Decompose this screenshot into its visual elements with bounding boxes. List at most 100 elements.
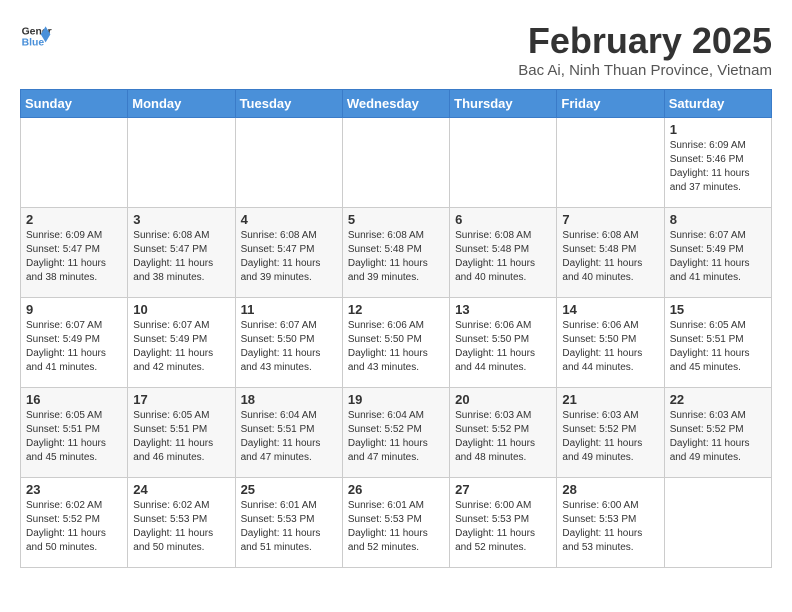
calendar-table: SundayMondayTuesdayWednesdayThursdayFrid… bbox=[20, 89, 772, 568]
day-number: 13 bbox=[455, 302, 551, 317]
calendar-cell: 27 Sunrise: 6:00 AM Sunset: 5:53 PM Dayli… bbox=[450, 478, 557, 568]
calendar-cell: 5Sunrise: 6:08 AM Sunset: 5:48 PM Daylig… bbox=[342, 208, 449, 298]
calendar-cell: 26 Sunrise: 6:01 AM Sunset: 5:53 PM Dayli… bbox=[342, 478, 449, 568]
day-number: 2 bbox=[26, 212, 122, 227]
calendar-cell: 18 Sunrise: 6:04 AM Sunset: 5:51 PM Dayli… bbox=[235, 388, 342, 478]
day-info: Sunrise: 6:08 AM Sunset: 5:47 PM Dayligh… bbox=[133, 229, 229, 285]
day-number: 6 bbox=[455, 212, 551, 227]
day-info: Sunrise: 6:07 AM Sunset: 5:49 PM Dayligh… bbox=[670, 229, 766, 285]
weekday-header-thursday: Thursday bbox=[450, 90, 557, 118]
day-number: 27 bbox=[455, 482, 551, 497]
calendar-cell: 7 Sunrise: 6:08 AM Sunset: 5:48 PM Daylig… bbox=[557, 208, 664, 298]
calendar-cell bbox=[128, 118, 235, 208]
calendar-cell: 12 Sunrise: 6:06 AM Sunset: 5:50 PM Dayli… bbox=[342, 298, 449, 388]
day-info: Sunrise: 6:06 AM Sunset: 5:50 PM Dayligh… bbox=[455, 319, 551, 375]
day-info: Sunrise: 6:01 AM Sunset: 5:53 PM Dayligh… bbox=[348, 499, 444, 555]
title-block: February 2025 Bac Ai, Ninh Thuan Provinc… bbox=[518, 20, 772, 79]
weekday-header-tuesday: Tuesday bbox=[235, 90, 342, 118]
day-info: Sunrise: 6:07 AM Sunset: 5:49 PM Dayligh… bbox=[26, 319, 122, 375]
logo: General Blue bbox=[20, 20, 52, 52]
calendar-cell bbox=[557, 118, 664, 208]
day-number: 4 bbox=[241, 212, 337, 227]
day-number: 16 bbox=[26, 392, 122, 407]
day-number: 22 bbox=[670, 392, 766, 407]
day-number: 24 bbox=[133, 482, 229, 497]
calendar-cell: 28 Sunrise: 6:00 AM Sunset: 5:53 PM Dayli… bbox=[557, 478, 664, 568]
calendar-cell bbox=[342, 118, 449, 208]
calendar-body: 1 Sunrise: 6:09 AM Sunset: 5:46 PM Daylig… bbox=[21, 118, 772, 568]
calendar-cell: 6 Sunrise: 6:08 AM Sunset: 5:48 PM Daylig… bbox=[450, 208, 557, 298]
calendar-cell bbox=[235, 118, 342, 208]
month-year: February 2025 bbox=[518, 20, 772, 62]
day-number: 8 bbox=[670, 212, 766, 227]
day-info: Sunrise: 6:05 AM Sunset: 5:51 PM Dayligh… bbox=[133, 409, 229, 465]
calendar-cell: 20 Sunrise: 6:03 AM Sunset: 5:52 PM Dayli… bbox=[450, 388, 557, 478]
day-number: 18 bbox=[241, 392, 337, 407]
day-info: Sunrise: 6:01 AM Sunset: 5:53 PM Dayligh… bbox=[241, 499, 337, 555]
day-info: Sunrise: 6:02 AM Sunset: 5:53 PM Dayligh… bbox=[133, 499, 229, 555]
calendar-week-1: 1 Sunrise: 6:09 AM Sunset: 5:46 PM Daylig… bbox=[21, 118, 772, 208]
calendar-cell: 24 Sunrise: 6:02 AM Sunset: 5:53 PM Dayli… bbox=[128, 478, 235, 568]
day-info: Sunrise: 6:04 AM Sunset: 5:51 PM Dayligh… bbox=[241, 409, 337, 465]
day-info: Sunrise: 6:09 AM Sunset: 5:46 PM Dayligh… bbox=[670, 139, 766, 195]
calendar-cell bbox=[450, 118, 557, 208]
day-number: 15 bbox=[670, 302, 766, 317]
calendar-cell: 2 Sunrise: 6:09 AM Sunset: 5:47 PM Daylig… bbox=[21, 208, 128, 298]
calendar-header: SundayMondayTuesdayWednesdayThursdayFrid… bbox=[21, 90, 772, 118]
calendar-cell: 17 Sunrise: 6:05 AM Sunset: 5:51 PM Dayli… bbox=[128, 388, 235, 478]
day-number: 9 bbox=[26, 302, 122, 317]
day-number: 17 bbox=[133, 392, 229, 407]
day-info: Sunrise: 6:09 AM Sunset: 5:47 PM Dayligh… bbox=[26, 229, 122, 285]
weekday-header-row: SundayMondayTuesdayWednesdayThursdayFrid… bbox=[21, 90, 772, 118]
day-number: 1 bbox=[670, 122, 766, 137]
calendar-cell bbox=[21, 118, 128, 208]
page-header: General Blue February 2025 Bac Ai, Ninh … bbox=[20, 20, 772, 79]
calendar-week-2: 2 Sunrise: 6:09 AM Sunset: 5:47 PM Daylig… bbox=[21, 208, 772, 298]
calendar-cell: 16 Sunrise: 6:05 AM Sunset: 5:51 PM Dayli… bbox=[21, 388, 128, 478]
weekday-header-wednesday: Wednesday bbox=[342, 90, 449, 118]
day-info: Sunrise: 6:00 AM Sunset: 5:53 PM Dayligh… bbox=[562, 499, 658, 555]
weekday-header-sunday: Sunday bbox=[21, 90, 128, 118]
day-info: Sunrise: 6:06 AM Sunset: 5:50 PM Dayligh… bbox=[562, 319, 658, 375]
day-number: 20 bbox=[455, 392, 551, 407]
calendar-cell: 10 Sunrise: 6:07 AM Sunset: 5:49 PM Dayli… bbox=[128, 298, 235, 388]
day-number: 25 bbox=[241, 482, 337, 497]
calendar-cell: 4Sunrise: 6:08 AM Sunset: 5:47 PM Daylig… bbox=[235, 208, 342, 298]
calendar-cell: 8 Sunrise: 6:07 AM Sunset: 5:49 PM Daylig… bbox=[664, 208, 771, 298]
calendar-cell: 22Sunrise: 6:03 AM Sunset: 5:52 PM Dayli… bbox=[664, 388, 771, 478]
day-info: Sunrise: 6:03 AM Sunset: 5:52 PM Dayligh… bbox=[455, 409, 551, 465]
day-number: 3 bbox=[133, 212, 229, 227]
calendar-cell: 9 Sunrise: 6:07 AM Sunset: 5:49 PM Daylig… bbox=[21, 298, 128, 388]
calendar-cell: 3 Sunrise: 6:08 AM Sunset: 5:47 PM Daylig… bbox=[128, 208, 235, 298]
calendar-cell: 23Sunrise: 6:02 AM Sunset: 5:52 PM Dayli… bbox=[21, 478, 128, 568]
calendar-cell bbox=[664, 478, 771, 568]
logo-icon: General Blue bbox=[20, 20, 52, 52]
calendar-cell: 15 Sunrise: 6:05 AM Sunset: 5:51 PM Dayli… bbox=[664, 298, 771, 388]
day-info: Sunrise: 6:08 AM Sunset: 5:48 PM Dayligh… bbox=[562, 229, 658, 285]
day-number: 7 bbox=[562, 212, 658, 227]
calendar-week-5: 23Sunrise: 6:02 AM Sunset: 5:52 PM Dayli… bbox=[21, 478, 772, 568]
day-info: Sunrise: 6:04 AM Sunset: 5:52 PM Dayligh… bbox=[348, 409, 444, 465]
day-info: Sunrise: 6:05 AM Sunset: 5:51 PM Dayligh… bbox=[26, 409, 122, 465]
day-info: Sunrise: 6:07 AM Sunset: 5:50 PM Dayligh… bbox=[241, 319, 337, 375]
calendar-week-4: 16 Sunrise: 6:05 AM Sunset: 5:51 PM Dayli… bbox=[21, 388, 772, 478]
calendar-week-3: 9 Sunrise: 6:07 AM Sunset: 5:49 PM Daylig… bbox=[21, 298, 772, 388]
weekday-header-monday: Monday bbox=[128, 90, 235, 118]
day-info: Sunrise: 6:05 AM Sunset: 5:51 PM Dayligh… bbox=[670, 319, 766, 375]
day-number: 26 bbox=[348, 482, 444, 497]
calendar-cell: 13 Sunrise: 6:06 AM Sunset: 5:50 PM Dayli… bbox=[450, 298, 557, 388]
day-number: 21 bbox=[562, 392, 658, 407]
weekday-header-friday: Friday bbox=[557, 90, 664, 118]
day-info: Sunrise: 6:08 AM Sunset: 5:48 PM Dayligh… bbox=[455, 229, 551, 285]
location: Bac Ai, Ninh Thuan Province, Vietnam bbox=[518, 62, 772, 79]
day-info: Sunrise: 6:03 AM Sunset: 5:52 PM Dayligh… bbox=[562, 409, 658, 465]
day-info: Sunrise: 6:07 AM Sunset: 5:49 PM Dayligh… bbox=[133, 319, 229, 375]
day-number: 23 bbox=[26, 482, 122, 497]
calendar-cell: 1 Sunrise: 6:09 AM Sunset: 5:46 PM Daylig… bbox=[664, 118, 771, 208]
day-number: 28 bbox=[562, 482, 658, 497]
day-info: Sunrise: 6:00 AM Sunset: 5:53 PM Dayligh… bbox=[455, 499, 551, 555]
day-number: 12 bbox=[348, 302, 444, 317]
day-number: 10 bbox=[133, 302, 229, 317]
day-info: Sunrise: 6:06 AM Sunset: 5:50 PM Dayligh… bbox=[348, 319, 444, 375]
calendar-cell: 19Sunrise: 6:04 AM Sunset: 5:52 PM Dayli… bbox=[342, 388, 449, 478]
